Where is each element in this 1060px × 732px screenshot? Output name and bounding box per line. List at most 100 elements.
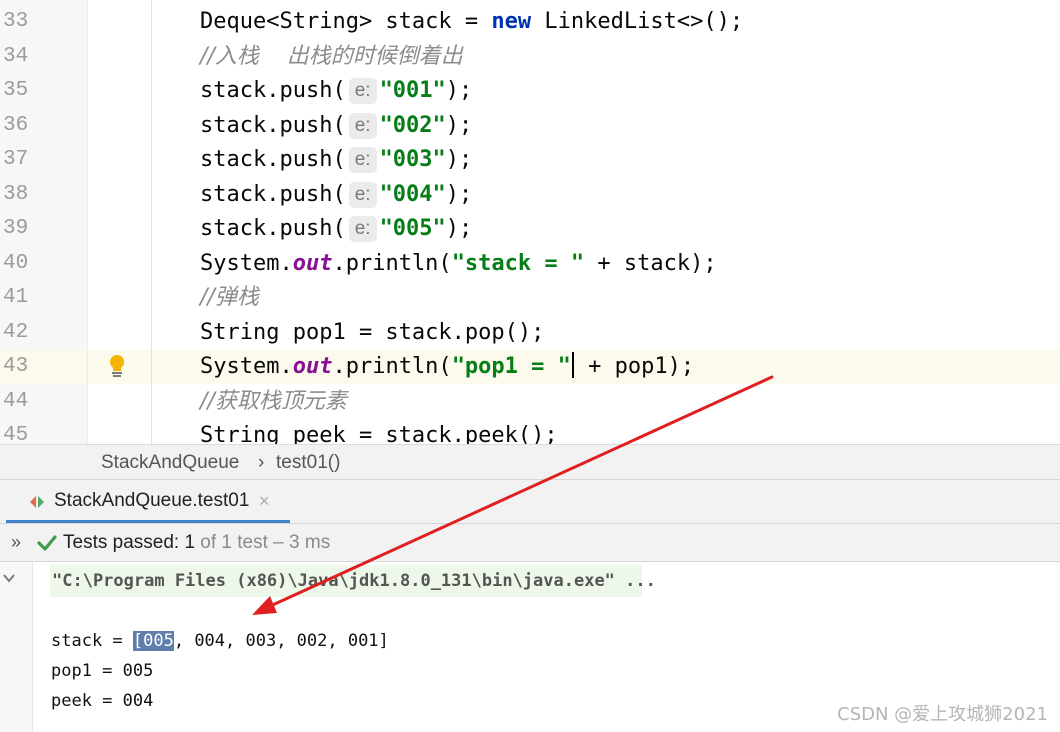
line-number: 37 xyxy=(3,148,29,171)
string-literal: "005" xyxy=(379,216,446,241)
code-text: System.out.println("pop1 = " + pop1); xyxy=(200,350,694,384)
console-command-line: "C:\Program Files (x86)\Java\jdk1.8.0_13… xyxy=(50,565,656,597)
code-token: ); xyxy=(445,216,473,241)
string-literal: "002" xyxy=(379,112,446,138)
code-token: ); xyxy=(445,78,473,103)
code-token: stack.push( xyxy=(200,216,346,241)
code-token: LinkedList<>(); xyxy=(531,9,744,34)
breadcrumb: StackAndQueue › test01() xyxy=(0,444,1060,480)
code-text: String peek = stack.peek(); xyxy=(200,419,558,444)
console-line-peek: peek = 004 xyxy=(51,691,154,711)
code-text: Deque<String> stack = new LinkedList<>()… xyxy=(200,5,743,39)
code-line[interactable]: 41 //弹栈 xyxy=(0,281,1060,315)
code-token: .println( xyxy=(332,250,452,276)
line-number: 42 xyxy=(3,320,29,344)
code-token: + pop1); xyxy=(574,354,695,379)
test-status-bar: » Tests passed: 1 of 1 test – 3 ms xyxy=(0,524,1060,562)
code-text: stack.push(e: "001"); xyxy=(200,74,472,108)
code-line[interactable]: 42 String pop1 = stack.pop(); xyxy=(0,316,1060,350)
code-line[interactable]: 40 System.out.println("stack = " + stack)… xyxy=(0,247,1060,281)
comment-text: //弹栈 xyxy=(200,285,259,310)
breadcrumb-class[interactable]: StackAndQueue xyxy=(101,445,239,480)
comment-text: //入栈 出栈的时候倒着出 xyxy=(200,43,463,69)
run-config-icon xyxy=(30,496,44,508)
code-text: String pop1 = stack.pop(); xyxy=(200,316,544,350)
stack-prefix: stack = xyxy=(51,631,133,651)
code-line[interactable]: 34 //入栈 出栈的时候倒着出 xyxy=(0,40,1060,74)
gutter-divider xyxy=(87,0,88,444)
stack-rest: , 004, 003, 002, 001] xyxy=(173,631,389,651)
line-number: 45 xyxy=(3,424,29,444)
code-token: stack.push( xyxy=(200,181,346,207)
string-literal: "001" xyxy=(379,78,446,103)
console-output[interactable]: "C:\Program Files (x86)\Java\jdk1.8.0_13… xyxy=(0,562,1060,732)
code-line[interactable]: 33 Deque<String> stack = new LinkedList<>… xyxy=(0,5,1060,39)
line-number: 41 xyxy=(3,286,29,309)
string-literal: "pop1 = " xyxy=(451,354,571,379)
check-icon xyxy=(37,535,57,551)
line-number: 34 xyxy=(3,44,29,68)
run-tab-label: StackAndQueue.test01 xyxy=(54,490,250,511)
line-number: 39 xyxy=(3,217,29,240)
code-token: + stack); xyxy=(584,250,717,276)
code-text: System.out.println("stack = " + stack); xyxy=(200,247,717,281)
code-token: System. xyxy=(200,250,293,276)
code-text: //弹栈 xyxy=(200,281,259,315)
tests-passed-count: 1 xyxy=(184,532,196,553)
tests-passed-label: Tests passed: xyxy=(63,532,185,553)
code-editor[interactable]: 33 Deque<String> stack = new LinkedList<>… xyxy=(0,0,1060,444)
code-text: stack.push(e: "005"); xyxy=(200,212,472,246)
comment-text: //获取栈顶元素 xyxy=(200,388,347,414)
parameter-hint: e: xyxy=(348,78,377,104)
text-selection: [005 xyxy=(132,631,174,651)
string-literal: "003" xyxy=(379,147,446,172)
console-line-pop1: pop1 = 005 xyxy=(51,661,154,681)
active-tab-indicator xyxy=(6,520,290,523)
line-number: 38 xyxy=(3,182,29,206)
code-token: stack.push( xyxy=(200,112,346,138)
close-icon[interactable]: × xyxy=(259,480,270,522)
code-token: String peek = stack.peek(); xyxy=(200,423,558,444)
parameter-hint: e: xyxy=(348,147,377,173)
code-token: ); xyxy=(445,147,473,172)
code-line[interactable]: 45 String peek = stack.peek(); xyxy=(0,419,1060,444)
chevron-down-icon[interactable] xyxy=(2,572,16,584)
code-token: String pop1 = stack.pop(); xyxy=(200,319,545,345)
code-line[interactable]: 36 stack.push(e: "002"); xyxy=(0,109,1060,143)
parameter-hint: e: xyxy=(348,181,377,208)
parameter-hint: e: xyxy=(348,112,377,139)
code-line[interactable]: 43 System.out.println("pop1 = " + pop1); xyxy=(0,350,1060,384)
code-line[interactable]: 37 stack.push(e: "003"); xyxy=(0,143,1060,177)
code-token: .println( xyxy=(332,354,452,379)
lightbulb-icon[interactable] xyxy=(108,354,126,380)
code-line[interactable]: 39 stack.push(e: "005"); xyxy=(0,212,1060,246)
string-literal: "004" xyxy=(379,181,446,207)
line-number: 43 xyxy=(3,355,29,378)
tab-run-stackandqueue-test01[interactable]: StackAndQueue.test01 × xyxy=(6,480,290,523)
tests-passed-text: Tests passed: 1 of 1 test – 3 ms xyxy=(63,524,330,561)
console-line-stack: stack = [005, 004, 003, 002, 001] xyxy=(51,626,389,656)
run-tool-window-tabs: StackAndQueue.test01 × xyxy=(0,480,1060,524)
code-token: Deque<String> stack = xyxy=(200,9,492,34)
line-number: 35 xyxy=(3,79,29,102)
indent-guide xyxy=(151,0,152,444)
code-token: stack.push( xyxy=(200,147,346,172)
code-line[interactable]: 38 stack.push(e: "004"); xyxy=(0,178,1060,212)
console-gutter xyxy=(0,562,33,732)
code-text: //获取栈顶元素 xyxy=(200,385,347,419)
code-token: System. xyxy=(200,354,293,379)
code-text: stack.push(e: "003"); xyxy=(200,143,472,177)
code-token: stack.push( xyxy=(200,78,346,103)
breadcrumb-method[interactable]: test01() xyxy=(276,445,340,480)
code-line[interactable]: 44 //获取栈顶元素 xyxy=(0,385,1060,419)
code-line[interactable]: 35 stack.push(e: "001"); xyxy=(0,74,1060,108)
keyword-token: new xyxy=(491,9,532,34)
code-token: ); xyxy=(445,112,473,138)
code-text: stack.push(e: "004"); xyxy=(200,178,472,212)
expand-chevron-icon[interactable]: » xyxy=(11,524,21,561)
line-number: 36 xyxy=(3,113,29,137)
code-text: stack.push(e: "002"); xyxy=(200,109,472,143)
code-token: ); xyxy=(445,181,473,207)
line-number: 44 xyxy=(3,389,29,413)
line-number: 40 xyxy=(3,251,29,275)
